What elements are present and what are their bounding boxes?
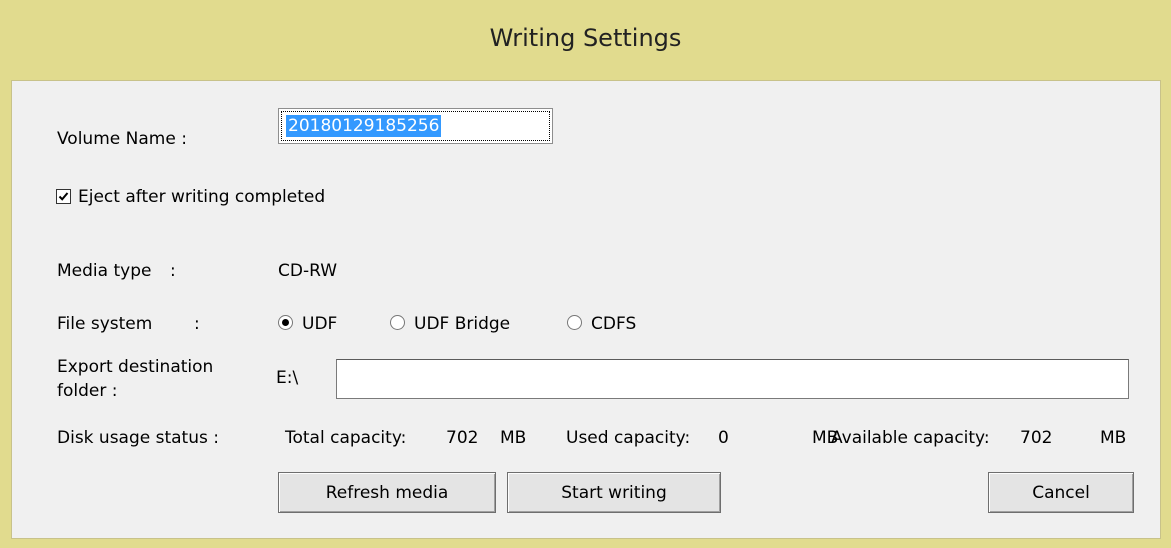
media-type-label: Media type — [57, 261, 152, 281]
media-type-value: CD-RW — [278, 261, 338, 281]
total-capacity-label: Total capacity: — [285, 428, 407, 448]
radio-udf-bridge-label: UDF Bridge — [414, 314, 511, 334]
radio-cdfs-label: CDFS — [591, 314, 637, 334]
export-path-input[interactable] — [336, 359, 1129, 399]
title-bar[interactable]: Writing Settings — [0, 0, 1171, 82]
total-capacity-unit: MB — [500, 428, 527, 448]
checkmark-icon — [58, 192, 69, 201]
radio-cdfs[interactable]: CDFS — [567, 312, 667, 334]
dialog-content: Volume Name : 20180129185256 Eject after… — [11, 80, 1161, 539]
focus-rect — [281, 111, 550, 141]
radio-udf-bridge[interactable]: UDF Bridge — [390, 312, 540, 334]
eject-checkbox-box[interactable] — [56, 189, 71, 204]
dialog-title: Writing Settings — [489, 24, 682, 52]
total-capacity-value: 702 — [446, 428, 479, 448]
file-system-label: File system — [57, 314, 153, 334]
media-type-colon: : — [170, 261, 176, 281]
cancel-button[interactable]: Cancel — [988, 472, 1134, 513]
used-capacity-label: Used capacity: — [566, 428, 691, 448]
radio-cdfs-button[interactable] — [567, 315, 582, 330]
export-drive-label: E:\ — [276, 368, 299, 388]
writing-settings-dialog: Writing Settings Volume Name : 201801291… — [0, 0, 1171, 548]
eject-checkbox[interactable]: Eject after writing completed — [56, 187, 376, 207]
radio-udf-bridge-button[interactable] — [390, 315, 405, 330]
radio-udf-label: UDF — [302, 314, 338, 334]
export-destination-label-line2: folder : — [57, 381, 118, 401]
used-capacity-value: 0 — [718, 428, 729, 448]
start-writing-button[interactable]: Start writing — [507, 472, 721, 513]
available-capacity-label: Available capacity: — [831, 428, 990, 448]
eject-checkbox-label: Eject after writing completed — [78, 187, 326, 207]
radio-udf-button[interactable] — [278, 315, 293, 330]
volume-name-input[interactable]: 20180129185256 — [278, 108, 553, 144]
refresh-media-button[interactable]: Refresh media — [278, 472, 496, 513]
volume-name-label: Volume Name : — [57, 129, 187, 149]
available-capacity-unit: MB — [1100, 428, 1127, 448]
available-capacity-value: 702 — [1020, 428, 1053, 448]
file-system-colon: : — [194, 314, 200, 334]
disk-usage-label: Disk usage status : — [57, 428, 219, 448]
export-destination-label-line1: Export destination — [57, 357, 214, 377]
radio-udf[interactable]: UDF — [278, 312, 368, 334]
